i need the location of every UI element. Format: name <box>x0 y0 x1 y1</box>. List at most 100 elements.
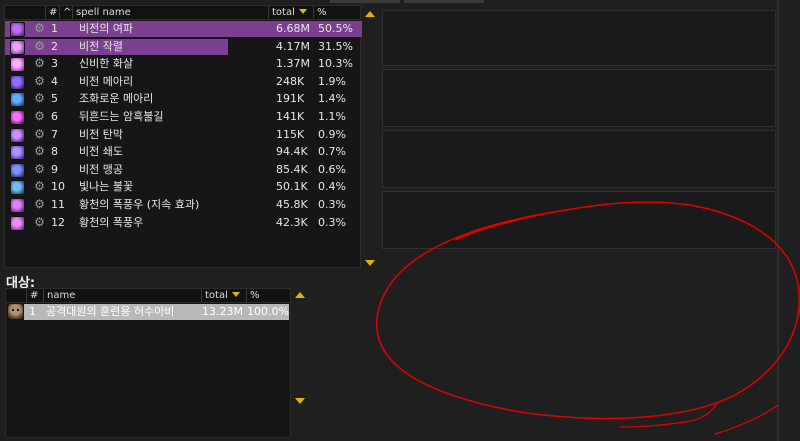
spell-rows: ⚙ 1 비전의 여파 6.68M 50.5% ⚙ 2 비전 작렬 4.17M 31.5% ⚙ 3 신비한… <box>5 20 362 266</box>
gear-icon[interactable]: ⚙ <box>33 145 46 158</box>
spell-name: 비전 맹공 <box>79 162 123 176</box>
gear-icon[interactable]: ⚙ <box>33 110 46 123</box>
gear-icon[interactable]: ⚙ <box>33 198 46 211</box>
spell-row[interactable]: ⚙ 4 비전 메아리 248K 1.9% <box>5 73 362 90</box>
spell-pct: 1.4% <box>318 92 346 106</box>
gear-icon[interactable]: ⚙ <box>33 92 46 105</box>
gear-icon[interactable]: ⚙ <box>33 57 46 70</box>
spell-index: 1 <box>51 22 58 35</box>
top-tab-1[interactable] <box>330 0 400 3</box>
header-index[interactable]: # <box>45 6 58 19</box>
spell-index: 9 <box>51 162 58 176</box>
target-total: 13.23M <box>202 305 243 318</box>
spell-index: 4 <box>51 74 58 88</box>
arcane-barrage-icon <box>10 127 25 143</box>
header-target-index[interactable]: # <box>26 289 43 302</box>
spells-scroll-down[interactable] <box>365 260 375 266</box>
spell-row[interactable]: ⚙ 9 비전 맹공 85.4K 0.6% <box>5 161 362 178</box>
gear-icon[interactable]: ⚙ <box>33 39 46 53</box>
nether-tempest-icon <box>10 215 25 231</box>
spell-row[interactable]: ⚙ 8 비전 쇄도 94.4K 0.7% <box>5 143 362 161</box>
empty-slot-2 <box>382 69 776 127</box>
spell-row[interactable]: ⚙ 2 비전 작렬 4.17M 31.5% <box>5 38 362 55</box>
spell-row[interactable]: ⚙ 10 빛나는 불꽃 50.1K 0.4% <box>5 178 362 196</box>
spell-name: 비전의 여파 <box>79 22 134 35</box>
spell-pct: 50.5% <box>318 22 353 35</box>
spells-scroll-up[interactable] <box>365 11 375 17</box>
spell-name: 뒤흔드는 암흑불길 <box>79 110 164 123</box>
shadowflame-icon <box>10 110 25 125</box>
arcane-echo-icon <box>10 74 25 90</box>
spell-total: 1.37M <box>276 57 310 71</box>
spell-name: 비전 탄막 <box>79 127 123 141</box>
sort-desc-icon <box>298 9 307 14</box>
header-pct[interactable]: % <box>313 6 360 19</box>
header-target-total[interactable]: total <box>201 289 246 302</box>
targets-scroll-down[interactable] <box>295 398 305 404</box>
header-sort[interactable]: ^ <box>59 6 72 19</box>
empty-slot-4 <box>382 191 776 249</box>
spell-total: 248K <box>276 74 305 88</box>
header-spell-name[interactable]: spell name <box>72 6 268 19</box>
spell-total: 94.4K <box>276 145 308 159</box>
spell-pct: 31.5% <box>318 39 353 53</box>
arcane-assault-icon <box>10 162 25 178</box>
spell-index: 3 <box>51 57 58 71</box>
arcane-missiles-icon <box>10 57 25 73</box>
spell-pct: 0.7% <box>318 145 346 159</box>
gear-icon[interactable]: ⚙ <box>33 215 46 229</box>
spells-panel: # ^ spell name total % ⚙ 1 비전의 여파 6.68M 50.5… <box>4 5 362 268</box>
header-target-pct[interactable]: % <box>246 289 290 302</box>
nether-tempest-dot-icon <box>10 198 25 213</box>
spell-name: 비전 메아리 <box>79 74 134 88</box>
target-index: 1 <box>29 305 36 318</box>
spell-index: 11 <box>51 198 65 211</box>
spell-row[interactable]: ⚙ 3 신비한 화살 1.37M 10.3% <box>5 55 362 73</box>
gear-icon[interactable]: ⚙ <box>33 74 46 88</box>
spell-row[interactable]: ⚙ 6 뒤흔드는 암흑불길 141K 1.1% <box>5 108 362 125</box>
skull-icon <box>8 304 23 319</box>
gear-icon[interactable]: ⚙ <box>33 127 46 141</box>
spell-total: 141K <box>276 110 305 123</box>
spell-total: 50.1K <box>276 180 308 194</box>
target-sort-desc-icon <box>231 292 240 297</box>
gear-icon[interactable]: ⚙ <box>33 22 46 35</box>
spell-total: 115K <box>276 127 305 141</box>
arcane-purple-icon <box>10 22 25 37</box>
spell-total: 85.4K <box>276 162 308 176</box>
spell-total: 6.68M <box>276 22 310 35</box>
target-pct: 100.0% <box>247 305 289 318</box>
spell-row[interactable]: ⚙ 1 비전의 여파 6.68M 50.5% <box>5 20 362 37</box>
header-total[interactable]: total <box>268 6 313 19</box>
target-name: 공격대원의 훈련용 허수아비 <box>46 305 175 318</box>
target-row[interactable]: 1 공격대원의 훈련용 허수아비 13.23M 100.0% <box>6 304 290 321</box>
targets-scroll-up[interactable] <box>295 292 305 298</box>
spell-index: 6 <box>51 110 58 123</box>
spell-name: 신비한 화살 <box>79 57 134 71</box>
spell-total: 42.3K <box>276 215 308 229</box>
spells-header: # ^ spell name total % <box>5 6 360 20</box>
arcane-blast-icon <box>10 39 25 55</box>
spell-name: 비전 작렬 <box>79 39 123 53</box>
spell-index: 12 <box>51 215 65 229</box>
spell-name: 황천의 폭풍우 (지속 효과) <box>79 198 200 211</box>
spell-index: 5 <box>51 92 58 106</box>
spell-row[interactable]: ⚙ 7 비전 탄막 115K 0.9% <box>5 126 362 143</box>
spell-name: 비전 쇄도 <box>79 145 123 159</box>
header-target-name[interactable]: name <box>43 289 203 302</box>
empty-slot-3 <box>382 130 776 188</box>
gear-icon[interactable]: ⚙ <box>33 180 46 193</box>
spell-pct: 0.3% <box>318 215 346 229</box>
spell-index: 2 <box>51 39 58 53</box>
spell-row[interactable]: ⚙ 11 황천의 폭풍우 (지속 효과) 45.8K 0.3% <box>5 196 362 213</box>
empty-slot-1 <box>382 10 776 66</box>
spell-name: 조화로운 메아리 <box>79 92 154 106</box>
spell-row[interactable]: ⚙ 12 황천의 폭풍우 42.3K 0.3% <box>5 214 362 231</box>
top-tab-2[interactable] <box>404 0 484 3</box>
gear-icon[interactable]: ⚙ <box>33 162 46 176</box>
spell-index: 7 <box>51 127 58 141</box>
spell-name: 빛나는 불꽃 <box>79 180 134 194</box>
spell-pct: 0.9% <box>318 127 346 141</box>
right-border <box>777 0 779 441</box>
spell-row[interactable]: ⚙ 5 조화로운 메아리 191K 1.4% <box>5 90 362 108</box>
